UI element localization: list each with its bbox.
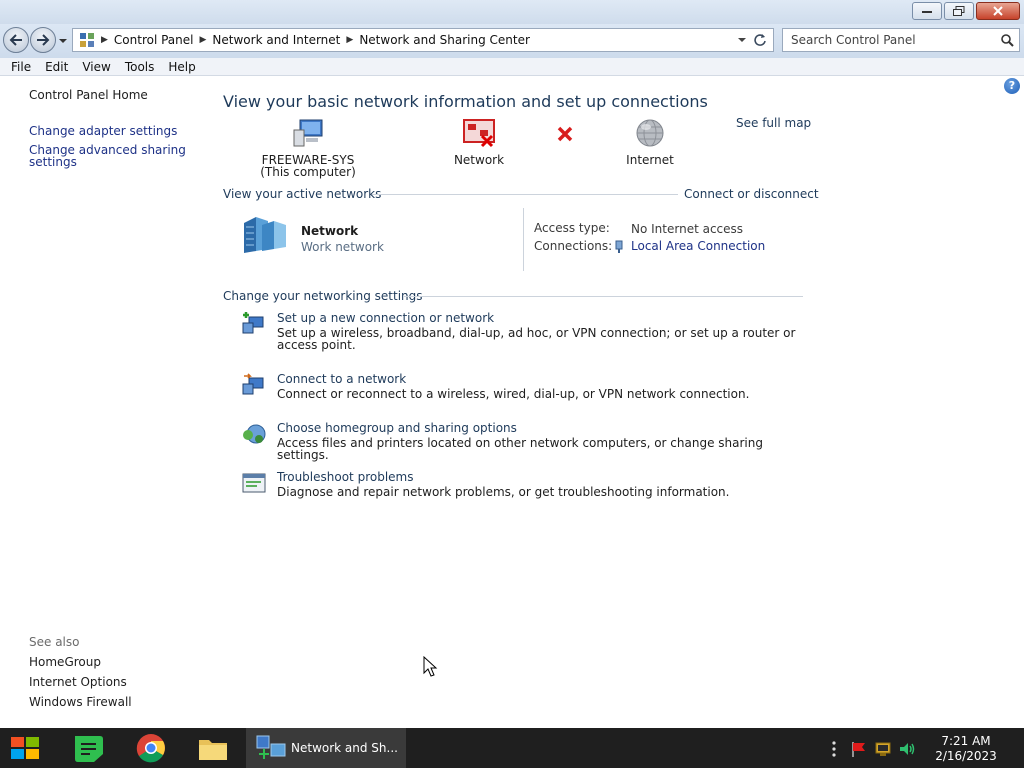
clock-date[interactable]: 2/16/2023 [930,749,1002,763]
vertical-divider [523,208,524,271]
recent-pages-dropdown[interactable] [58,36,68,46]
homegroup-link[interactable]: HomeGroup [29,655,101,669]
address-dropdown-icon[interactable] [737,36,747,44]
search-icon[interactable] [1000,33,1014,47]
volume-icon[interactable] [898,740,916,768]
task-description: Connect or reconnect to a wireless, wire… [277,387,750,401]
internet-options-link[interactable]: Internet Options [29,675,127,689]
task-title[interactable]: Set up a new connection or network [277,311,494,325]
taskbar-window-title: Network and Sh... [291,741,398,755]
map-network-node[interactable]: Network [439,118,519,166]
breadcrumb-network-and-internet[interactable]: Network and Internet [212,33,340,47]
back-arrow-icon [9,34,22,46]
globe-icon [636,119,664,147]
forward-button[interactable] [30,27,56,53]
access-type-value: No Internet access [631,222,744,236]
unidentified-network-icon [463,119,495,148]
task-setup-connection[interactable]: Set up a new connection or network Set u… [241,311,811,359]
refresh-icon[interactable] [753,33,767,47]
breadcrumb-separator[interactable]: ▶ [101,35,108,45]
control-panel-icon [80,33,94,47]
task-troubleshoot[interactable]: Troubleshoot problems Diagnose and repai… [241,470,811,506]
menu-bar: File Edit View Tools Help [0,58,1024,76]
breadcrumb-network-and-sharing-center[interactable]: Network and Sharing Center [359,33,530,47]
breadcrumb-separator[interactable]: ▶ [200,35,207,45]
breadcrumb: ▶ Control Panel ▶ Network and Internet ▶… [79,29,530,51]
restore-button[interactable] [944,2,974,20]
task-description: Diagnose and repair network problems, or… [277,485,730,499]
overflow-menu-icon[interactable] [830,740,838,768]
breadcrumb-separator[interactable]: ▶ [346,35,353,45]
taskbar: Network and Sh... 7:21 AM 2/16/2023 [0,728,1024,768]
task-title[interactable]: Connect to a network [277,372,406,386]
menu-tools[interactable]: Tools [118,60,162,74]
title-bar [0,0,1024,24]
start-button[interactable] [8,732,44,768]
troubleshoot-icon [242,473,266,493]
menu-help[interactable]: Help [161,60,202,74]
network-label: Network [453,153,505,167]
minimize-icon [922,11,932,13]
network-type-link[interactable]: Work network [301,240,384,254]
menu-edit[interactable]: Edit [38,60,75,74]
task-title[interactable]: Troubleshoot problems [277,470,413,484]
search-box[interactable] [782,28,1020,52]
connect-or-disconnect-link[interactable]: Connect or disconnect [684,187,819,201]
windows-firewall-link[interactable]: Windows Firewall [29,695,132,709]
restore-icon [953,6,965,16]
menu-file[interactable]: File [4,60,38,74]
minimize-button[interactable] [912,2,942,20]
active-network-name: Network [301,224,359,238]
computer-subtitle: (This computer) [260,165,356,179]
navigation-bar: ▶ Control Panel ▶ Network and Internet ▶… [0,24,1024,58]
see-full-map-link[interactable]: See full map [736,116,811,130]
homegroup-icon [243,424,266,444]
close-button[interactable] [976,2,1020,20]
change-adapter-settings-link[interactable]: Change adapter settings [29,124,177,138]
task-description: Set up a wireless, broadband, dial-up, a… [277,326,796,352]
page-title: View your basic network information and … [223,92,708,111]
map-internet-node[interactable]: Internet [610,118,690,166]
clock-time[interactable]: 7:21 AM [936,734,996,748]
new-connection-icon [242,312,264,334]
see-also-label: See also [29,635,80,649]
local-area-connection-link[interactable]: Local Area Connection [631,239,765,253]
change-settings-label: Change your networking settings [223,289,423,303]
task-homegroup-sharing[interactable]: Choose homegroup and sharing options Acc… [241,421,811,461]
change-advanced-sharing-settings-link[interactable]: Change advanced sharing settings [29,144,189,168]
computer-icon [293,119,323,147]
window-controls [912,2,1020,20]
divider [372,194,678,195]
notes-app-icon[interactable] [72,732,106,768]
forward-arrow-icon [37,34,50,46]
address-bar[interactable]: ▶ Control Panel ▶ Network and Internet ▶… [72,28,774,52]
chrome-icon[interactable] [134,732,168,768]
control-panel-home-link[interactable]: Control Panel Home [29,88,148,102]
internet-label: Internet [626,153,674,167]
network-tray-icon[interactable] [874,740,892,768]
close-icon [993,6,1003,16]
file-explorer-icon[interactable] [196,732,230,768]
task-description: Access files and printers located on oth… [277,436,763,462]
connect-network-icon [242,373,264,395]
task-connect-network[interactable]: Connect to a network Connect or reconnec… [241,372,811,408]
access-type-label: Access type: [534,221,610,235]
mouse-cursor-icon [423,656,438,677]
no-connection-icon [557,126,573,142]
divider [404,296,803,297]
connections-label: Connections: [534,239,613,253]
map-computer-node[interactable]: FREEWARE-SYS (This computer) [248,118,368,178]
work-network-icon[interactable] [240,215,292,255]
help-icon[interactable]: ? [1004,78,1020,94]
back-button[interactable] [3,27,29,53]
search-input[interactable] [783,29,983,51]
ethernet-icon [615,240,623,253]
action-center-flag-icon[interactable] [850,740,868,768]
network-center-taskbar-icon [256,735,286,759]
breadcrumb-control-panel[interactable]: Control Panel [114,33,194,47]
active-networks-label: View your active networks [223,187,382,201]
menu-view[interactable]: View [75,60,117,74]
task-title[interactable]: Choose homegroup and sharing options [277,421,517,435]
